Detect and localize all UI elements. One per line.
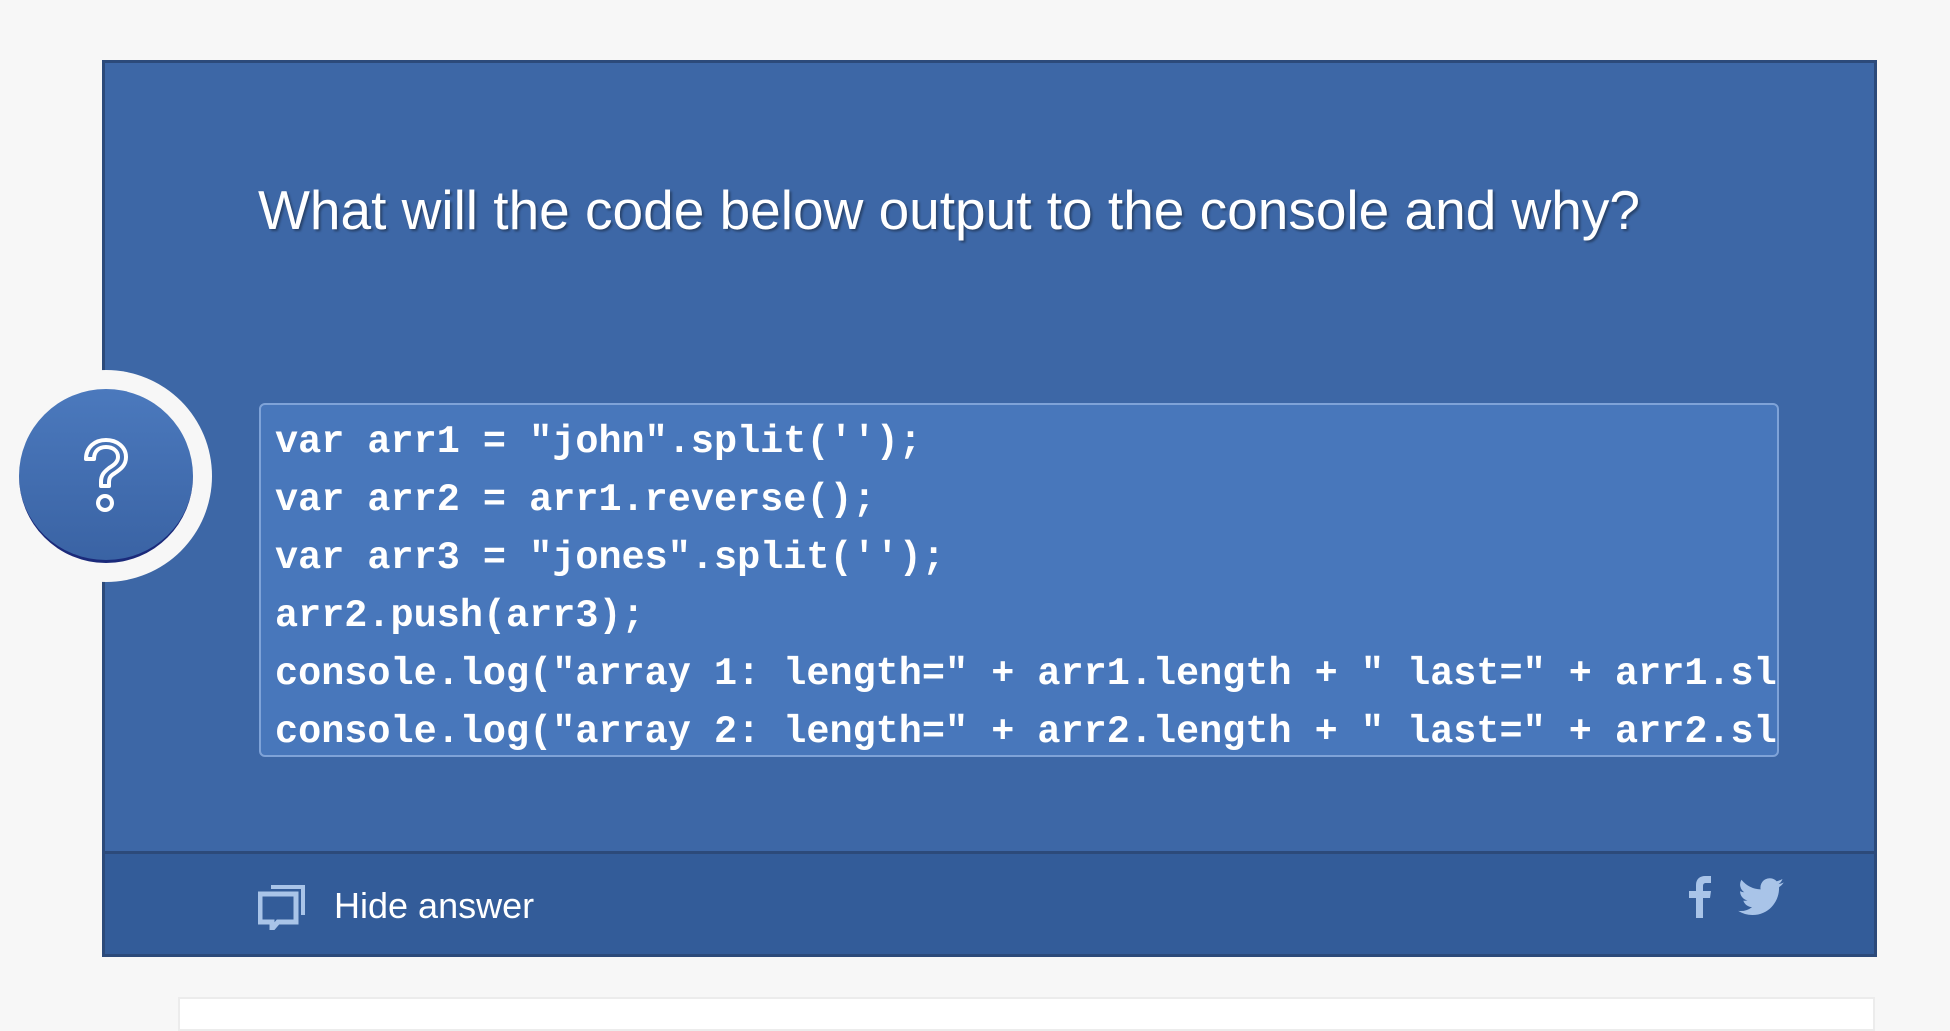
card-footer: Hide answer — [105, 851, 1874, 954]
question-badge — [0, 370, 212, 582]
twitter-icon[interactable] — [1738, 878, 1784, 916]
answer-panel — [178, 997, 1875, 1031]
facebook-icon[interactable] — [1688, 876, 1712, 918]
question-mark-icon — [84, 437, 128, 512]
question-title: What will the code below output to the c… — [258, 179, 1640, 241]
speech-bubbles-icon — [258, 885, 305, 930]
hide-answer-label: Hide answer — [334, 885, 535, 926]
question-card: What will the code below output to the c… — [102, 60, 1877, 957]
hide-answer-button[interactable]: Hide answer — [258, 882, 534, 930]
code-block: var arr1 = "john".split(''); var arr2 = … — [259, 403, 1779, 757]
code-text: var arr1 = "john".split(''); var arr2 = … — [275, 420, 1777, 754]
share-links — [1688, 876, 1784, 918]
